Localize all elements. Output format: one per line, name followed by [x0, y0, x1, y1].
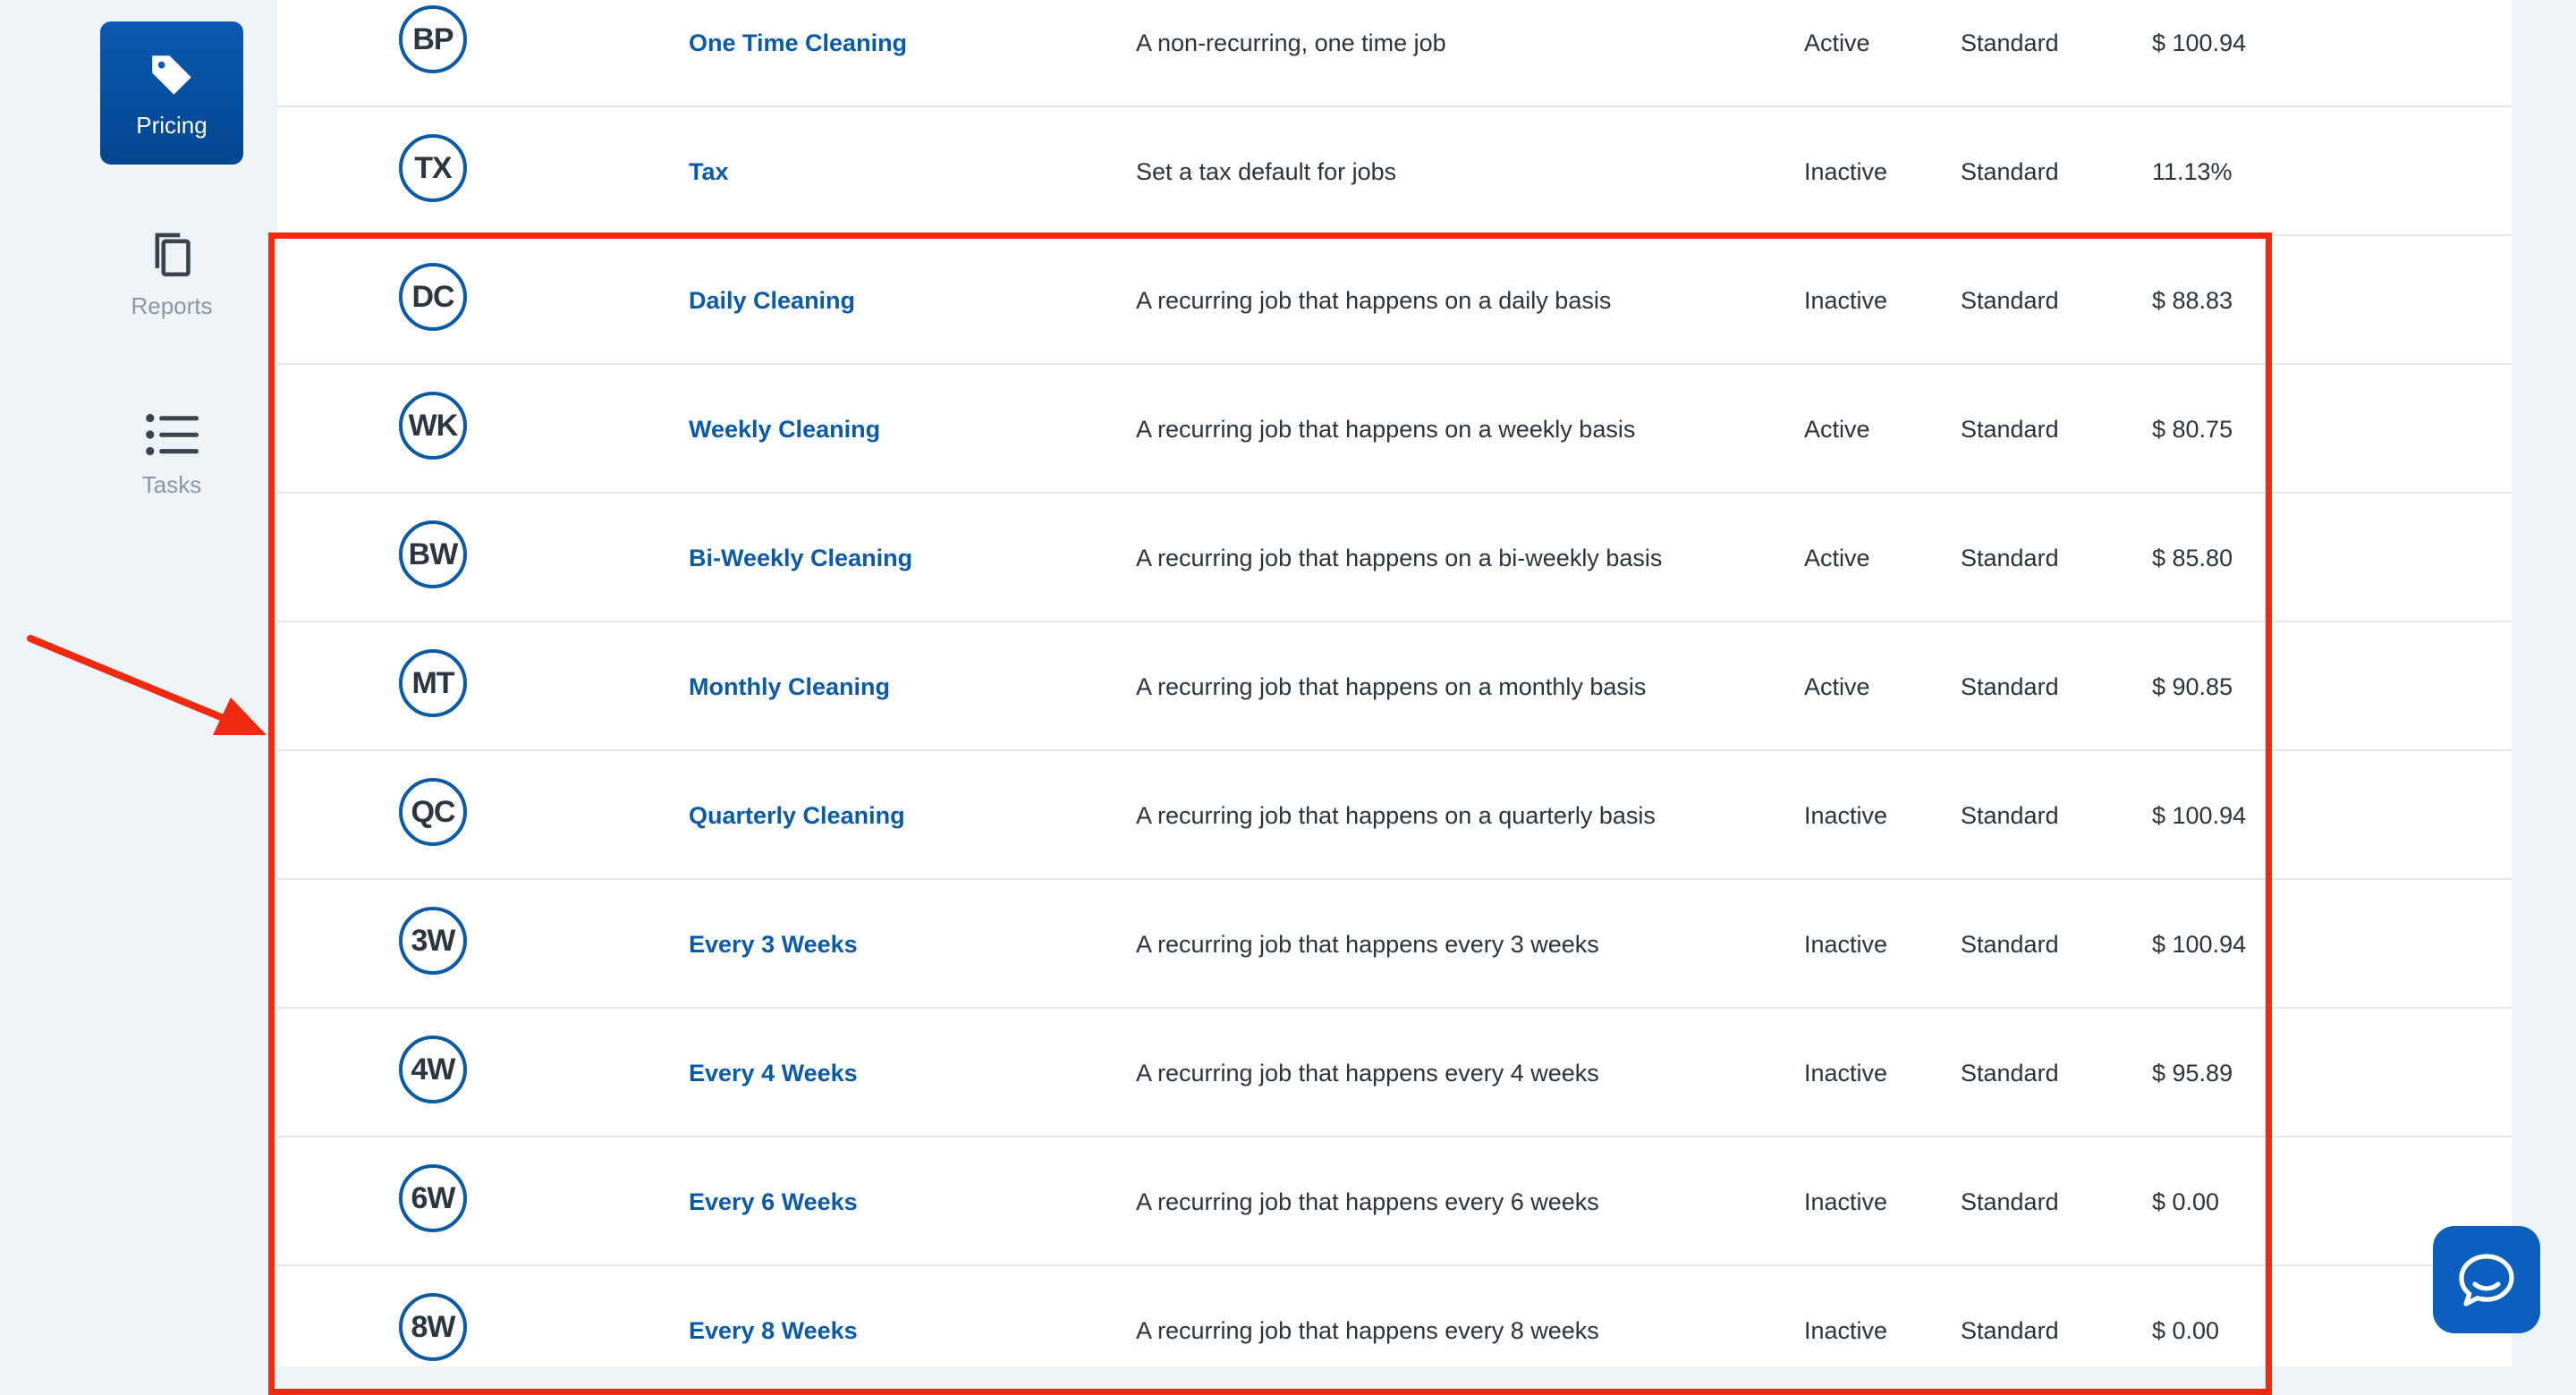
- pricing-price: $ 100.94: [2152, 30, 2247, 56]
- pricing-price: $ 90.85: [2152, 673, 2233, 700]
- code-badge: 3W: [399, 907, 467, 975]
- code-badge: WK: [399, 392, 467, 460]
- pricing-table: BP One Time Cleaning A non-recurring, on…: [277, 0, 2512, 1366]
- pricing-price: $ 95.89: [2152, 1060, 2233, 1086]
- pricing-price: $ 85.80: [2152, 545, 2233, 571]
- code-badge: DC: [399, 263, 467, 331]
- pricing-type: Standard: [1961, 1188, 2059, 1215]
- price-tag-icon: [146, 47, 198, 103]
- table-row[interactable]: 6W Every 6 Weeks A recurring job that ha…: [277, 1137, 2512, 1266]
- pricing-description: A recurring job that happens every 6 wee…: [1136, 1188, 1599, 1215]
- sidebar-item-pricing[interactable]: Pricing: [100, 21, 243, 165]
- pricing-name-link[interactable]: Every 3 Weeks: [689, 880, 858, 1009]
- pricing-status: Inactive: [1804, 1317, 1888, 1344]
- pricing-status: Inactive: [1804, 802, 1888, 829]
- pricing-price: $ 0.00: [2152, 1188, 2220, 1215]
- pricing-type: Standard: [1961, 673, 2059, 700]
- pricing-type: Standard: [1961, 1060, 2059, 1086]
- pricing-type: Standard: [1961, 545, 2059, 571]
- pricing-status: Inactive: [1804, 287, 1888, 314]
- table-row[interactable]: 4W Every 4 Weeks A recurring job that ha…: [277, 1009, 2512, 1137]
- pricing-description: Set a tax default for jobs: [1136, 158, 1397, 185]
- pricing-description: A recurring job that happens on a quarte…: [1136, 802, 1656, 829]
- pricing-price: $ 100.94: [2152, 802, 2247, 829]
- code-badge: MT: [399, 649, 467, 717]
- code-badge: BW: [399, 520, 467, 588]
- pricing-status: Active: [1804, 545, 1870, 571]
- pricing-description: A recurring job that happens every 4 wee…: [1136, 1060, 1599, 1086]
- pricing-price: $ 88.83: [2152, 287, 2233, 314]
- pricing-name-link[interactable]: Monthly Cleaning: [689, 622, 890, 751]
- pricing-type: Standard: [1961, 931, 2059, 958]
- sidebar-item-reports[interactable]: Reports: [100, 202, 243, 345]
- copy-icon: [147, 228, 197, 283]
- pricing-status: Active: [1804, 416, 1870, 443]
- table-row[interactable]: BP One Time Cleaning A non-recurring, on…: [277, 0, 2512, 107]
- code-badge: QC: [399, 778, 467, 846]
- pricing-status: Inactive: [1804, 931, 1888, 958]
- table-row[interactable]: WK Weekly Cleaning A recurring job that …: [277, 365, 2512, 494]
- pricing-status: Active: [1804, 673, 1870, 700]
- pricing-type: Standard: [1961, 30, 2059, 56]
- pricing-price: $ 100.94: [2152, 931, 2247, 958]
- pricing-name-link[interactable]: One Time Cleaning: [689, 0, 907, 107]
- pricing-name-link[interactable]: Weekly Cleaning: [689, 365, 880, 494]
- pricing-type: Standard: [1961, 287, 2059, 314]
- pricing-price: 11.13%: [2152, 158, 2233, 185]
- table-row[interactable]: DC Daily Cleaning A recurring job that h…: [277, 236, 2512, 365]
- sidebar-item-label: Reports: [131, 292, 213, 319]
- pricing-type: Standard: [1961, 416, 2059, 443]
- chat-button[interactable]: [2433, 1226, 2540, 1333]
- pricing-description: A recurring job that happens on a daily …: [1136, 287, 1612, 314]
- code-badge: TX: [399, 134, 467, 202]
- pricing-price: $ 80.75: [2152, 416, 2233, 443]
- pricing-status: Inactive: [1804, 1188, 1888, 1215]
- pricing-name-link[interactable]: Every 4 Weeks: [689, 1009, 858, 1137]
- table-row[interactable]: 8W Every 8 Weeks A recurring job that ha…: [277, 1266, 2512, 1395]
- pricing-description: A recurring job that happens every 3 wee…: [1136, 931, 1599, 958]
- sidebar-item-tasks[interactable]: Tasks: [100, 381, 243, 524]
- code-badge: 4W: [399, 1036, 467, 1103]
- pricing-description: A recurring job that happens on a monthl…: [1136, 673, 1647, 700]
- list-icon: [145, 407, 199, 462]
- code-badge: BP: [399, 5, 467, 73]
- pricing-name-link[interactable]: Quarterly Cleaning: [689, 751, 905, 880]
- pricing-type: Standard: [1961, 802, 2059, 829]
- pricing-name-link[interactable]: Tax: [689, 107, 729, 236]
- pricing-name-link[interactable]: Every 6 Weeks: [689, 1137, 858, 1266]
- pricing-description: A recurring job that happens on a weekly…: [1136, 416, 1636, 443]
- code-badge: 6W: [399, 1164, 467, 1232]
- pricing-description: A recurring job that happens on a bi-wee…: [1136, 545, 1663, 571]
- pricing-name-link[interactable]: Daily Cleaning: [689, 236, 855, 365]
- sidebar-item-label: Tasks: [141, 470, 202, 498]
- sidebar-item-label: Pricing: [136, 111, 208, 139]
- pricing-status: Active: [1804, 30, 1870, 56]
- pricing-price: $ 0.00: [2152, 1317, 2220, 1344]
- code-badge: 8W: [399, 1293, 467, 1361]
- table-row[interactable]: TX Tax Set a tax default for jobs Inacti…: [277, 107, 2512, 236]
- pricing-type: Standard: [1961, 158, 2059, 185]
- table-row[interactable]: 3W Every 3 Weeks A recurring job that ha…: [277, 880, 2512, 1009]
- pricing-status: Inactive: [1804, 158, 1888, 185]
- sidebar: Pricing Reports Tasks: [0, 0, 277, 1366]
- pricing-name-link[interactable]: Bi-Weekly Cleaning: [689, 494, 912, 622]
- pricing-description: A non-recurring, one time job: [1136, 30, 1446, 56]
- pricing-description: A recurring job that happens every 8 wee…: [1136, 1317, 1599, 1344]
- pricing-name-link[interactable]: Every 8 Weeks: [689, 1266, 858, 1395]
- chat-bubble-icon: [2459, 1254, 2514, 1306]
- pricing-type: Standard: [1961, 1317, 2059, 1344]
- pricing-status: Inactive: [1804, 1060, 1888, 1086]
- table-row[interactable]: BW Bi-Weekly Cleaning A recurring job th…: [277, 494, 2512, 622]
- table-row[interactable]: QC Quarterly Cleaning A recurring job th…: [277, 751, 2512, 880]
- table-row[interactable]: MT Monthly Cleaning A recurring job that…: [277, 622, 2512, 751]
